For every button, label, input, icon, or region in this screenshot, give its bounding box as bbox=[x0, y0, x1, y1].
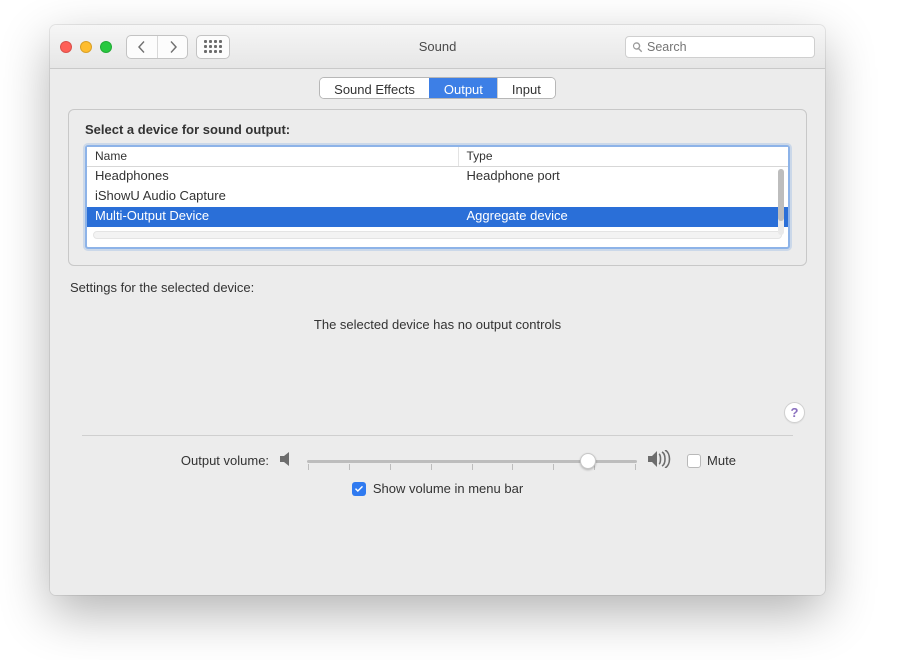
output-volume-row: Output volume: Mute bbox=[90, 450, 785, 471]
no-output-controls-message: The selected device has no output contro… bbox=[50, 317, 825, 332]
tab-input[interactable]: Input bbox=[497, 78, 555, 98]
nav-segmented bbox=[126, 35, 188, 59]
checkbox-checked-icon bbox=[352, 482, 366, 496]
show-volume-menubar-label: Show volume in menu bar bbox=[373, 481, 523, 496]
help-icon: ? bbox=[791, 405, 799, 420]
column-header-type[interactable]: Type bbox=[459, 147, 788, 166]
show-all-prefs-button[interactable] bbox=[196, 35, 230, 59]
nav-forward-button[interactable] bbox=[157, 36, 187, 58]
window-body: Sound Effects Output Input Select a devi… bbox=[50, 69, 825, 595]
device-row[interactable]: Headphones Headphone port bbox=[87, 167, 788, 187]
output-panel: Select a device for sound output: Name T… bbox=[68, 109, 807, 266]
scrollbar-thumb[interactable] bbox=[778, 169, 784, 221]
titlebar: Sound bbox=[50, 25, 825, 69]
mute-checkbox[interactable]: Mute bbox=[687, 453, 736, 468]
column-header-name[interactable]: Name bbox=[87, 147, 459, 166]
device-table-header: Name Type bbox=[87, 147, 788, 167]
show-volume-menubar-row[interactable]: Show volume in menu bar bbox=[90, 481, 785, 496]
zoom-button[interactable] bbox=[100, 41, 112, 53]
mute-label: Mute bbox=[707, 453, 736, 468]
device-vertical-scrollbar[interactable] bbox=[778, 169, 784, 235]
close-button[interactable] bbox=[60, 41, 72, 53]
device-rows: Headphones Headphone port iShowU Audio C… bbox=[87, 167, 788, 227]
output-panel-heading: Select a device for sound output: bbox=[85, 122, 790, 137]
checkbox-box bbox=[687, 454, 701, 468]
chevron-right-icon bbox=[168, 41, 178, 53]
device-name: Multi-Output Device bbox=[87, 207, 459, 227]
nav-back-button[interactable] bbox=[127, 36, 157, 58]
volume-area: Output volume: Mute bbox=[50, 436, 825, 512]
search-icon bbox=[632, 41, 643, 53]
slider-thumb[interactable] bbox=[580, 453, 596, 469]
speaker-low-icon bbox=[279, 451, 297, 470]
device-name: Headphones bbox=[87, 167, 459, 187]
device-horizontal-scrollbar[interactable] bbox=[93, 231, 782, 239]
settings-for-device-label: Settings for the selected device: bbox=[70, 280, 805, 295]
window-controls bbox=[60, 41, 112, 53]
minimize-button[interactable] bbox=[80, 41, 92, 53]
tab-output[interactable]: Output bbox=[429, 78, 497, 98]
device-table[interactable]: Name Type Headphones Headphone port iSho… bbox=[85, 145, 790, 249]
help-row: ? bbox=[70, 402, 805, 423]
output-volume-label: Output volume: bbox=[139, 453, 269, 468]
tabs: Sound Effects Output Input bbox=[319, 77, 556, 99]
chevron-left-icon bbox=[137, 41, 147, 53]
tab-sound-effects[interactable]: Sound Effects bbox=[320, 78, 429, 98]
search-input[interactable] bbox=[647, 40, 808, 54]
apps-grid-icon bbox=[204, 40, 222, 53]
device-type: Aggregate device bbox=[459, 207, 788, 227]
device-type bbox=[459, 187, 788, 207]
sound-preferences-window: Sound Sound Effects Output Input Select … bbox=[50, 25, 825, 595]
device-name: iShowU Audio Capture bbox=[87, 187, 459, 207]
device-row[interactable]: iShowU Audio Capture bbox=[87, 187, 788, 207]
help-button[interactable]: ? bbox=[784, 402, 805, 423]
output-volume-slider[interactable] bbox=[307, 451, 637, 471]
tabs-row: Sound Effects Output Input bbox=[50, 69, 825, 109]
device-row[interactable]: Multi-Output Device Aggregate device bbox=[87, 207, 788, 227]
device-type: Headphone port bbox=[459, 167, 788, 187]
search-field[interactable] bbox=[625, 36, 815, 58]
speaker-high-icon bbox=[647, 450, 671, 471]
